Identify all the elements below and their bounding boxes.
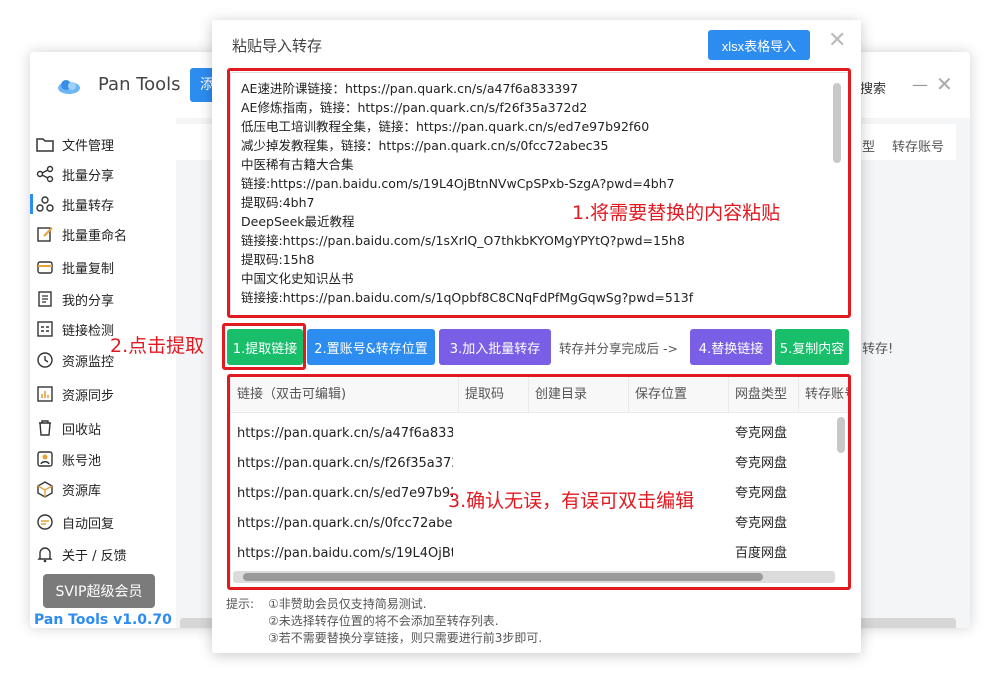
window-close-icon[interactable]: ✕ [936,72,953,96]
copy-content-button[interactable]: 5.复制内容 [775,329,849,365]
annotation-step1: 1.将需要替换的内容粘贴 [572,202,781,224]
tip-line-3: ③若不需要替换分享链接，则只需要进行前3步即可. [268,631,543,645]
version-label: Pan Tools v1.0.70 [34,612,172,628]
sidebar-item-label: 资源库 [62,483,102,499]
monitor-icon [36,351,54,369]
sidebar-item-label: 资源同步 [62,388,115,404]
flow-hint-text: 转存并分享完成后 -> [559,341,678,356]
tip-line-2: ②未选择转存位置的将不会添加至转存列表. [268,614,499,628]
sidebar-item[interactable]: 批量分享 [30,160,176,188]
sidebar-item[interactable]: 批量转存 [30,190,176,218]
dialog-title: 粘贴导入转存 [232,37,323,55]
minimize-icon[interactable]: — [912,75,928,94]
annotation-box-paste [227,68,851,318]
sidebar-item[interactable]: 我的分享 [30,285,176,313]
svip-button[interactable]: SVIP超级会员 [43,574,155,608]
app-title: Pan Tools [98,74,181,95]
sidebar-item[interactable]: 批量复制 [30,253,176,281]
account-icon [36,450,54,468]
search-label[interactable]: 搜索 [860,78,886,97]
my-share-icon [36,290,54,308]
tip-line-1: ①非赞助会员仅支持简易测试. [268,597,427,611]
annotation-step3: 3.确认无误，有误可双击编辑 [448,490,695,512]
rename-icon [36,225,54,243]
bg-col-account: 转存账号 [892,140,945,155]
sync-icon [36,385,54,403]
sidebar-item[interactable]: 文件管理 [30,130,176,158]
sidebar-item-label: 我的分享 [62,293,115,309]
sidebar-item-label: 链接检测 [62,323,115,339]
tips-label: 提示: [226,597,255,611]
add-batch-transfer-button[interactable]: 3.加入批量转存 [439,329,551,365]
sidebar-item[interactable]: 回收站 [30,414,176,442]
annotation-box-table [227,374,851,590]
bg-status-message: 转存! [862,342,894,357]
bg-col-type: 型 [862,140,876,155]
sidebar-item-label: 回收站 [62,422,102,438]
copy-icon [36,258,54,276]
sidebar-item-label: 自动回复 [62,516,115,532]
sidebar-item[interactable]: 批量重命名 [30,220,176,248]
sidebar-item[interactable]: 关于 / 反馈 [30,540,176,568]
dialog-close-icon[interactable]: ✕ [828,30,846,52]
tips-section: 提示: ①非赞助会员仅支持简易测试. ②未选择转存位置的将不会添加至转存列表. … [226,596,542,645]
sidebar-item[interactable]: 自动回复 [30,508,176,536]
trash-icon [36,419,54,437]
xlsx-import-button[interactable]: xlsx表格导入 [708,30,810,60]
set-account-button[interactable]: 2.置账号&转存位置 [307,329,435,365]
transfer-icon [36,195,54,213]
sidebar-item-label: 批量重命名 [62,228,128,244]
sidebar-item-label: 文件管理 [62,138,115,154]
cloud-logo-icon [54,74,84,98]
bell-icon [36,545,54,563]
sidebar-item-label: 批量复制 [62,261,115,277]
sidebar-item[interactable]: 资源同步 [30,380,176,408]
annotation-step2: 2.点击提取 [110,335,205,357]
sidebar-item[interactable]: 资源库 [30,475,176,503]
sidebar-item-label: 账号池 [62,453,102,469]
sidebar-item-label: 批量分享 [62,168,115,184]
sidebar-item-label: 资源监控 [62,354,115,370]
sidebar-item-label: 关于 / 反馈 [62,548,127,564]
replace-links-button[interactable]: 4.替换链接 [690,329,772,365]
share-icon [36,165,54,183]
reply-icon [36,513,54,531]
library-icon [36,480,54,498]
annotation-box-extract [222,323,306,370]
sidebar-item-label: 批量转存 [62,198,115,214]
sidebar: 文件管理批量分享批量转存批量重命名批量复制我的分享链接检测资源监控资源同步回收站… [30,122,176,628]
link-check-icon [36,320,54,338]
sidebar-item[interactable]: 账号池 [30,445,176,473]
folder-icon [36,135,54,153]
